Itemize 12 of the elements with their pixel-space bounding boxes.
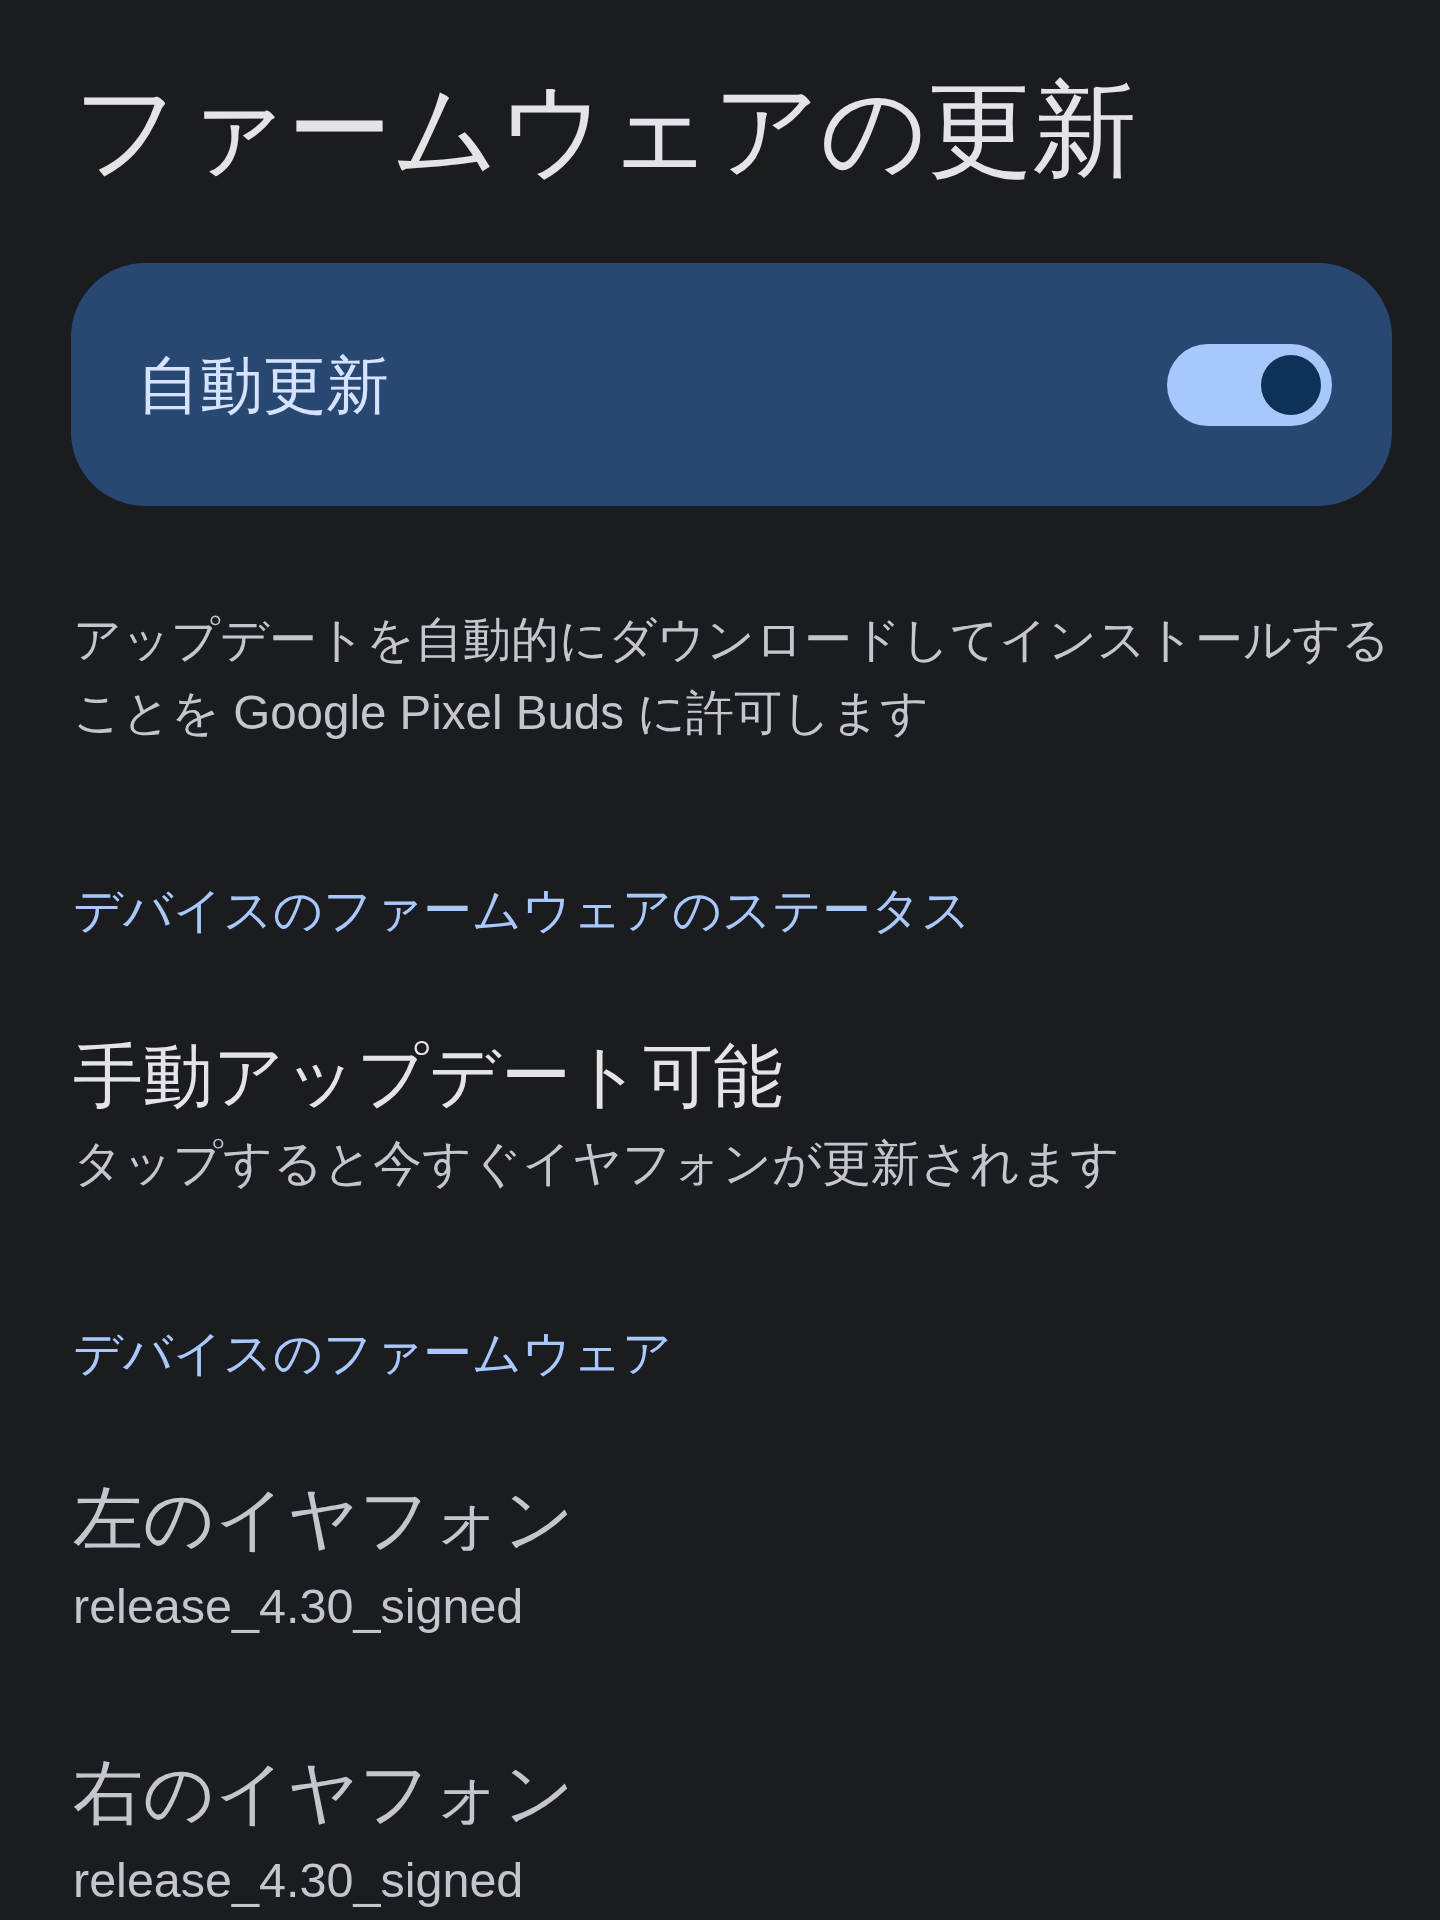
section-header: デバイスのファームウェアのステータス [73,882,972,939]
description-text: アップデートを自動的にダウンロードしてインストールすることを Google Pixel Buds に許可します [73,612,1391,741]
page-title: ファームウェアの更新 [73,70,1137,190]
item-title: 左のイヤフォン [73,1479,575,1560]
item-title: 右のイヤフォン [73,1753,575,1834]
section-header: デバイスのファームウェア [73,1325,672,1382]
item-subtitle: release_4.30_signed [73,1578,524,1635]
switch-thumb [1261,354,1321,415]
setting-label: 自動更新 [137,348,389,422]
item-title: 手動アップデート可能 [73,1036,783,1117]
item-subtitle: タップすると今すぐイヤフォンが更新されます [73,1135,1120,1192]
item-subtitle: release_4.30_signed [73,1852,524,1909]
